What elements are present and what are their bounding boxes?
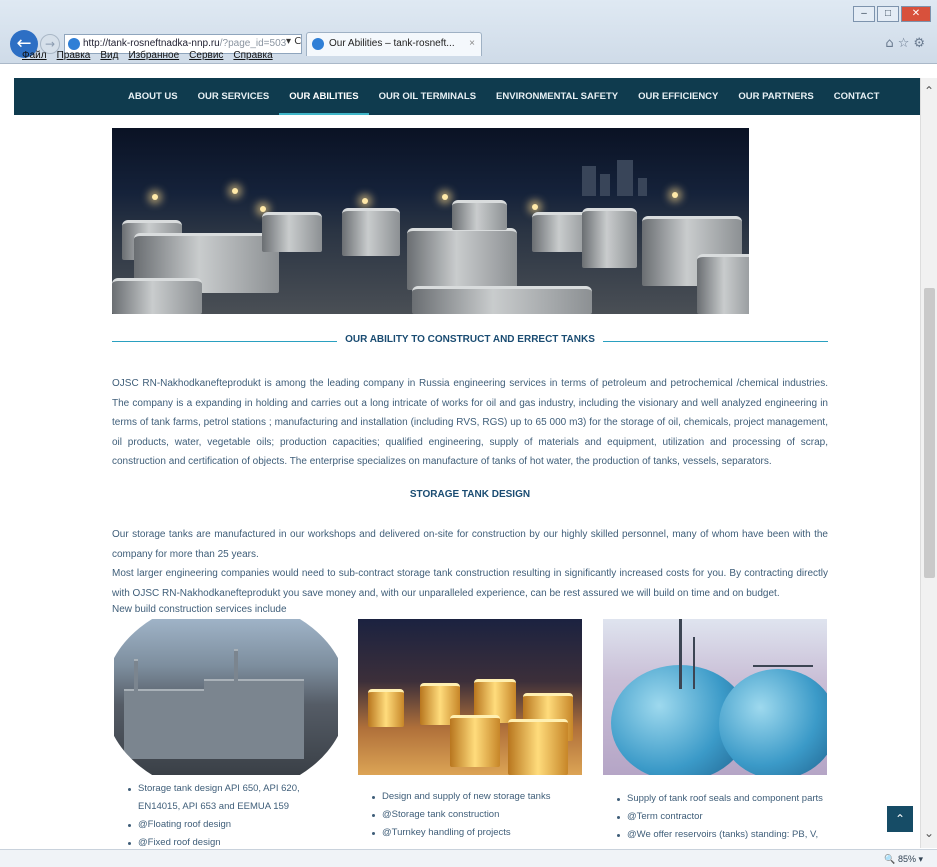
list-item: @Storage tank construction [372,806,592,824]
maximize-button[interactable]: □ [877,6,899,22]
menu-view[interactable]: Вид [100,48,118,64]
nav-our-partners[interactable]: OUR PARTNERS [728,78,823,115]
address-controls[interactable]: ▾ C [286,36,301,47]
main-nav: ABOUT US OUR SERVICES OUR ABILITIES OUR … [14,78,920,115]
menu-favorites[interactable]: Избранное [128,48,179,64]
list-item: @Floating roof design [128,816,328,834]
section-title: OUR ABILITY TO CONSTRUCT AND ERRECT TANK… [337,334,603,345]
browser-chrome: – □ ✕ ← → http://tank-rosneftnadka-nnp.r… [0,0,937,64]
design-paragraph-1: Our storage tanks are manufactured in ou… [112,529,828,560]
menu-edit[interactable]: Правка [57,48,91,64]
list-item: Design and supply of new storage tanks [372,788,592,806]
image-warships [114,619,338,775]
design-paragraph-3: New build construction services include [112,604,287,615]
scroll-thumb[interactable] [924,288,935,578]
minimize-button[interactable]: – [853,6,875,22]
hero-image-oil-terminal [112,128,749,314]
nav-our-services[interactable]: OUR SERVICES [188,78,280,115]
list-item: @We offer reservoirs (tanks) standing: P… [617,826,837,844]
chevron-up-icon[interactable]: ⌃ [887,806,913,832]
nav-environmental-safety[interactable]: ENVIRONMENTAL SAFETY [486,78,628,115]
menu-bar: Файл Правка Вид Избранное Сервис Справка [0,48,937,64]
status-bar: 🔍 85% ▾ [0,849,937,867]
zoom-level[interactable]: 🔍 85% ▾ [884,851,923,867]
intro-paragraph: OJSC RN-Nakhodkanefteprodukt is among th… [112,378,828,467]
image-spherical-tanks [603,619,827,775]
zoom-value: 85% [897,854,916,864]
list-item: @Term contractor [617,808,837,826]
list-item: @Turnkey handling of projects [372,824,592,842]
menu-tools[interactable]: Сервис [189,48,223,64]
close-window-button[interactable]: ✕ [901,6,931,22]
services-list-1: Storage tank design API 650, API 620, EN… [128,780,328,852]
nav-our-oil-terminals[interactable]: OUR OIL TERMINALS [369,78,486,115]
image-tanks-at-night [358,619,582,775]
nav-contact[interactable]: CONTACT [824,78,890,115]
nav-about-us[interactable]: ABOUT US [118,78,188,115]
list-item: Storage tank design API 650, API 620, EN… [128,780,328,816]
menu-file[interactable]: Файл [22,48,47,64]
services-list-2: Design and supply of new storage tanks @… [372,788,592,842]
section-heading: OUR ABILITY TO CONSTRUCT AND ERRECT TANK… [112,334,828,348]
scroll-down-icon[interactable]: ⌄ [924,826,934,840]
window-controls: – □ ✕ [853,6,931,22]
design-paragraph-2: Most larger engineering companies would … [112,568,828,599]
storage-tank-design-title: STORAGE TANK DESIGN [409,489,531,500]
scroll-up-icon[interactable]: ⌃ [924,84,934,98]
menu-help[interactable]: Справка [233,48,272,64]
browser-window: – □ ✕ ← → http://tank-rosneftnadka-nnp.r… [0,0,937,867]
page-scrollbar[interactable]: ⌃ ⌄ [920,78,937,848]
list-item: Supply of tank roof seals and component … [617,790,837,808]
services-list-3: Supply of tank roof seals and component … [617,790,837,844]
nav-our-efficiency[interactable]: OUR EFFICIENCY [628,78,728,115]
nav-our-abilities[interactable]: OUR ABILITIES [279,78,369,115]
